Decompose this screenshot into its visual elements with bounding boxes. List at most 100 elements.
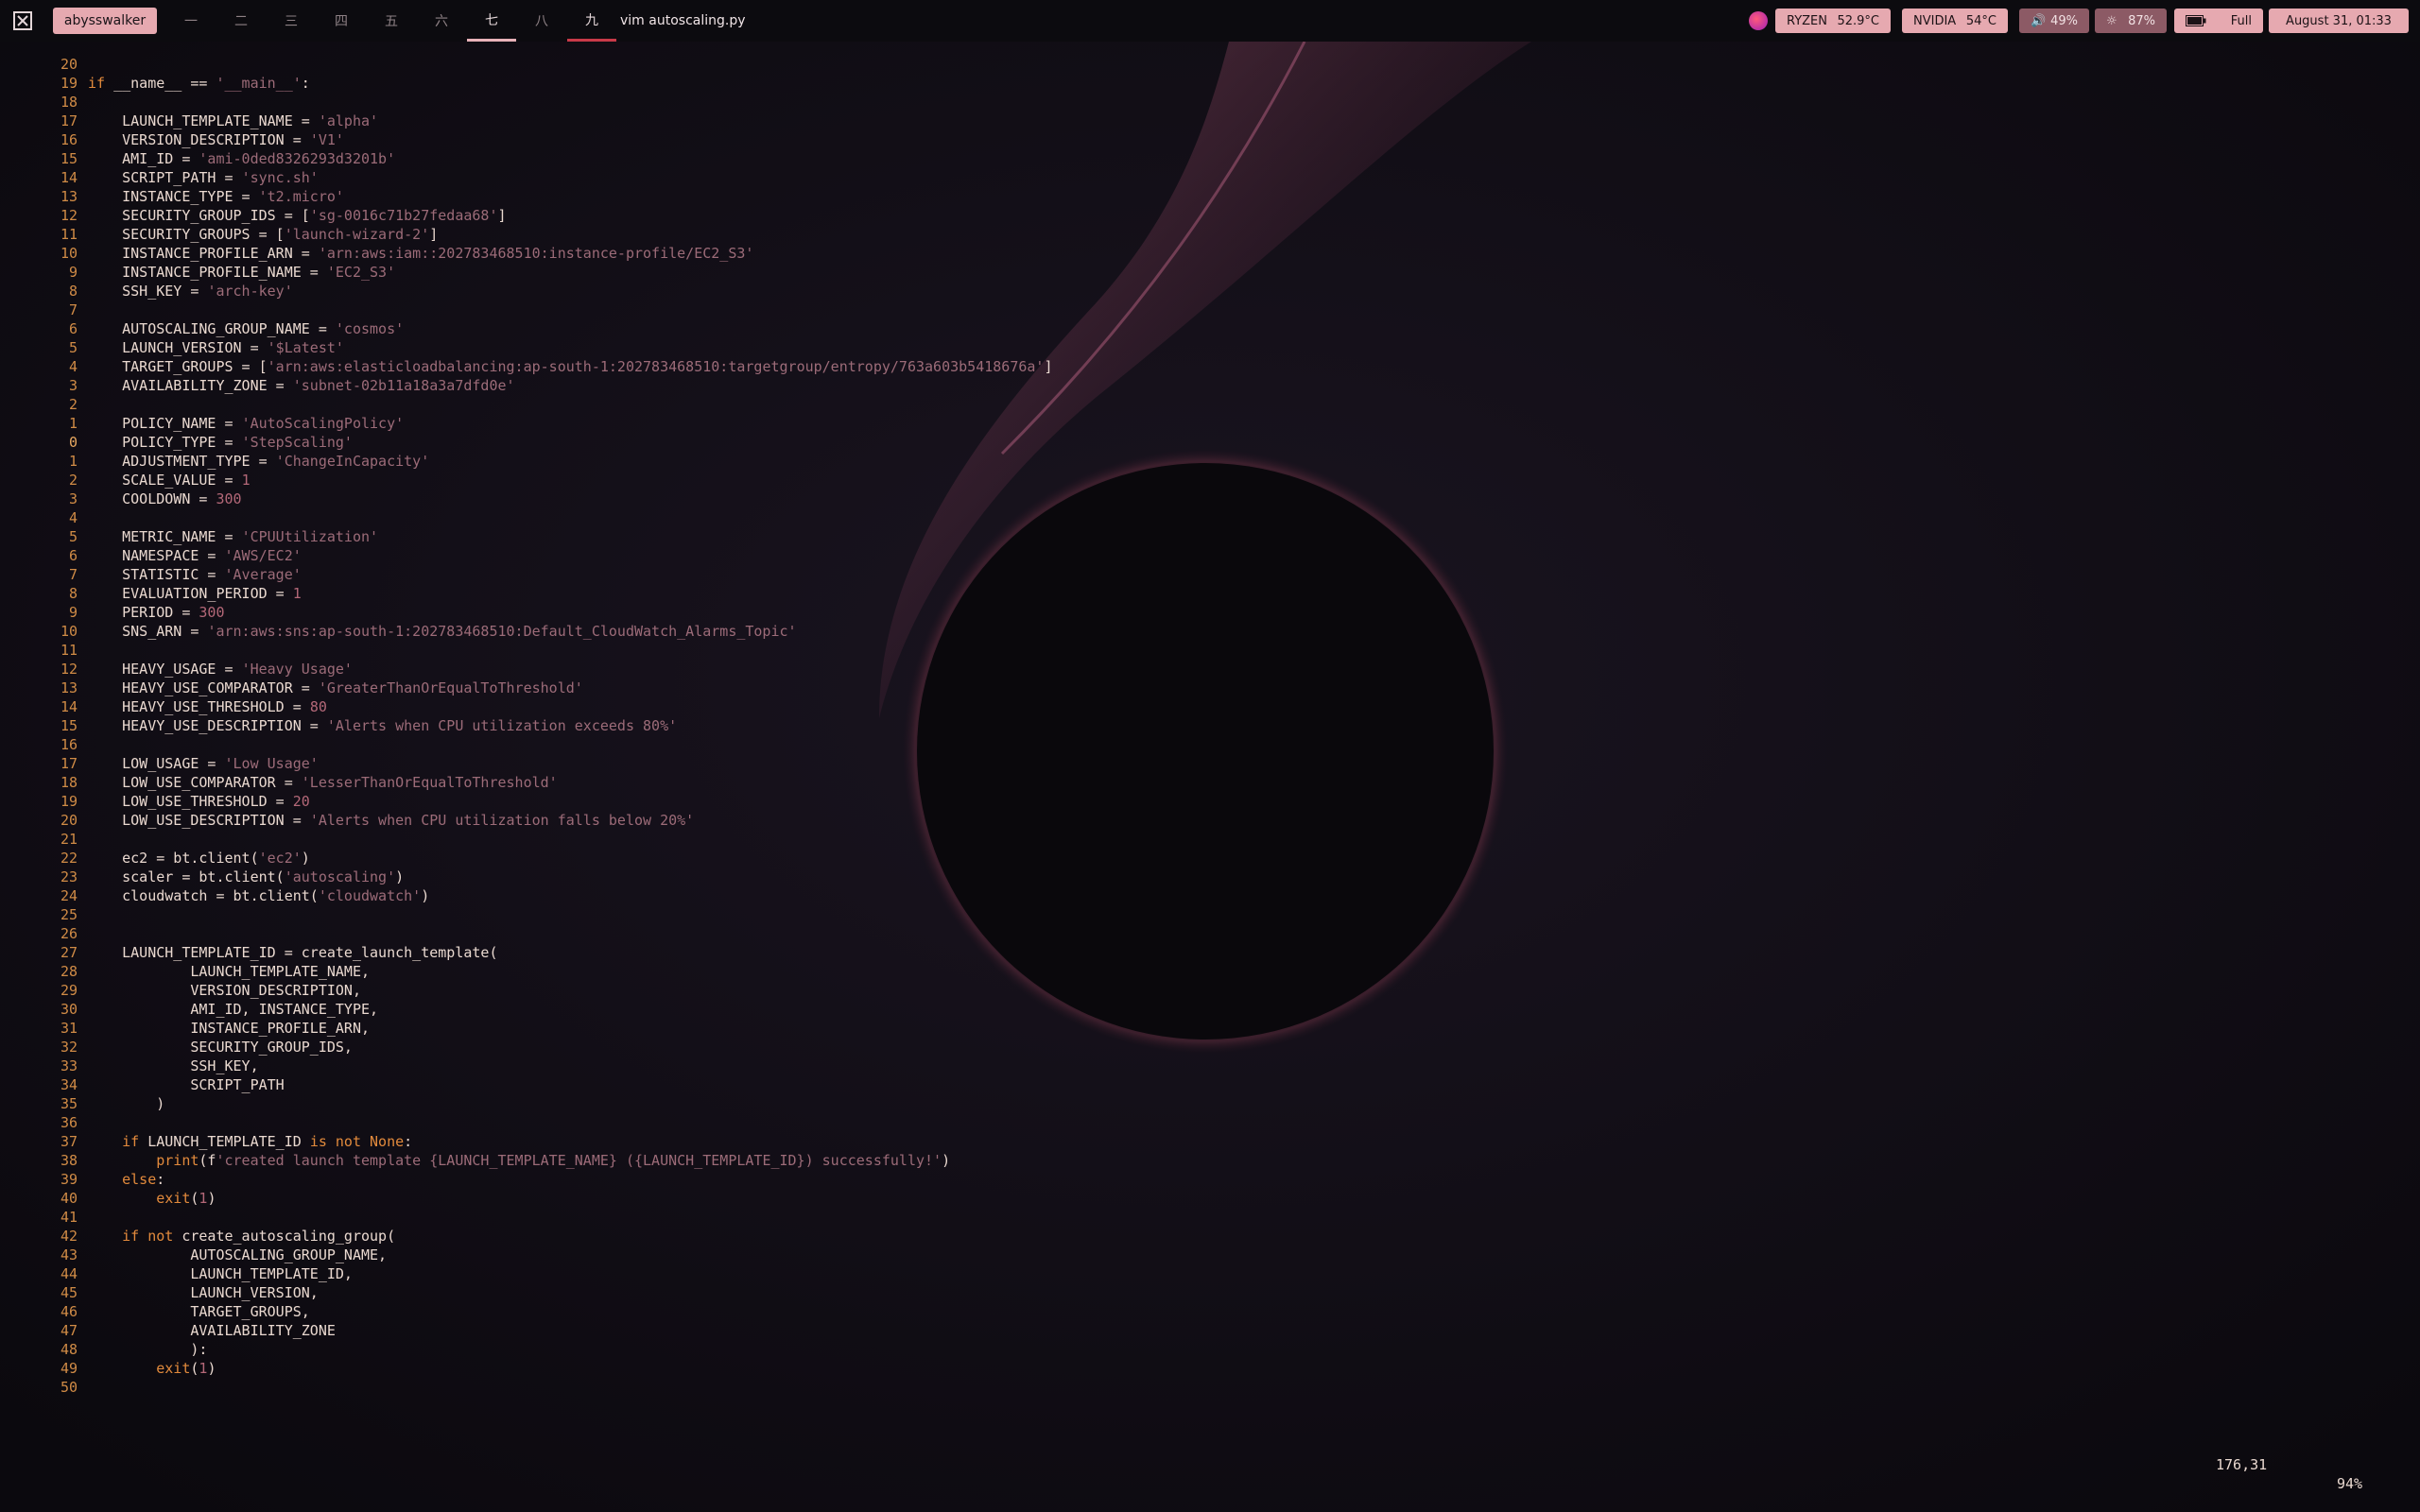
code-line[interactable]: 33 SSH_KEY, — [0, 1057, 259, 1075]
code-line[interactable]: 4 — [0, 508, 88, 527]
code-line[interactable]: 45 LAUNCH_VERSION, — [0, 1283, 319, 1302]
code-line[interactable]: 22 ec2 = bt.client('ec2') — [0, 849, 310, 868]
code-line[interactable]: 24 cloudwatch = bt.client('cloudwatch') — [0, 886, 429, 905]
volume-widget[interactable]: 🔊 49% — [2019, 9, 2089, 33]
code-line[interactable]: 17 LOW_USAGE = 'Low Usage' — [0, 754, 319, 773]
code-line[interactable]: 11 SECURITY_GROUPS = ['launch-wizard-2'] — [0, 225, 438, 244]
code-line[interactable]: 5 LAUNCH_VERSION = '$Latest' — [0, 338, 344, 357]
code-line[interactable]: 18 LOW_USE_COMPARATOR = 'LesserThanOrEqu… — [0, 773, 558, 792]
code-line[interactable]: 47 AVAILABILITY_ZONE — [0, 1321, 336, 1340]
code-line[interactable]: 30 AMI_ID, INSTANCE_TYPE, — [0, 1000, 378, 1019]
code-line[interactable]: 10 INSTANCE_PROFILE_ARN = 'arn:aws:iam::… — [0, 244, 753, 263]
code-line[interactable]: 19 if __name__ == '__main__': — [0, 74, 310, 93]
code-line[interactable]: 14 HEAVY_USE_THRESHOLD = 80 — [0, 697, 327, 716]
launcher-button[interactable] — [9, 0, 36, 42]
code-line[interactable]: 13 INSTANCE_TYPE = 't2.micro' — [0, 187, 344, 206]
code-line[interactable]: 49 exit(1) — [0, 1359, 216, 1378]
code-line[interactable]: 31 INSTANCE_PROFILE_ARN, — [0, 1019, 370, 1038]
code-line[interactable]: 20 — [0, 55, 88, 74]
workspace-tab[interactable]: 三 — [267, 0, 316, 42]
code-line[interactable]: 8 EVALUATION_PERIOD = 1 — [0, 584, 302, 603]
workspace-tab[interactable]: 二 — [216, 0, 266, 42]
line-number: 12 — [60, 661, 78, 678]
workspace-tab[interactable]: 六 — [417, 0, 466, 42]
code-line[interactable]: 13 HEAVY_USE_COMPARATOR = 'GreaterThanOr… — [0, 679, 583, 697]
code-line[interactable]: 9 PERIOD = 300 — [0, 603, 225, 622]
code-line[interactable]: 3 AVAILABILITY_ZONE = 'subnet-02b11a18a3… — [0, 376, 515, 395]
code-line[interactable]: 6 AUTOSCALING_GROUP_NAME = 'cosmos' — [0, 319, 404, 338]
code-line[interactable]: 37 if LAUNCH_TEMPLATE_ID is not None: — [0, 1132, 412, 1151]
code-token: 'ec2' — [258, 850, 302, 867]
code-token: AUTOSCALING_GROUP_NAME, — [88, 1246, 388, 1263]
workspace-tab[interactable]: 九 — [567, 0, 616, 42]
code-line[interactable]: 8 SSH_KEY = 'arch-key' — [0, 282, 293, 301]
code-line[interactable]: 34 SCRIPT_PATH — [0, 1075, 285, 1094]
workspace-tab[interactable]: 七 — [467, 0, 516, 42]
code-line[interactable]: 38 print(f'created launch template {LAUN… — [0, 1151, 950, 1170]
code-line[interactable]: 29 VERSION_DESCRIPTION, — [0, 981, 361, 1000]
code-line[interactable]: 2 SCALE_VALUE = 1 — [0, 471, 251, 490]
brightness-widget[interactable]: ☼ 87% — [2095, 9, 2167, 33]
code-line[interactable]: 11 — [0, 641, 88, 660]
line-number: 44 — [60, 1265, 78, 1282]
code-line[interactable]: 42 if not create_autoscaling_group( — [0, 1227, 395, 1246]
code-line[interactable]: 12 HEAVY_USAGE = 'Heavy Usage' — [0, 660, 353, 679]
code-line[interactable]: 9 INSTANCE_PROFILE_NAME = 'EC2_S3' — [0, 263, 395, 282]
code-line[interactable]: 19 LOW_USE_THRESHOLD = 20 — [0, 792, 310, 811]
code-line[interactable]: 4 TARGET_GROUPS = ['arn:aws:elasticloadb… — [0, 357, 1053, 376]
code-line[interactable]: 17 LAUNCH_TEMPLATE_NAME = 'alpha' — [0, 112, 378, 130]
code-token: LAUNCH_TEMPLATE_ID = create_launch_templ… — [88, 944, 498, 961]
code-line[interactable]: 1 POLICY_NAME = 'AutoScalingPolicy' — [0, 414, 404, 433]
code-line[interactable]: 39 else: — [0, 1170, 164, 1189]
code-line[interactable]: 21 — [0, 830, 88, 849]
notification-icon[interactable] — [1749, 11, 1768, 30]
workspace-tab[interactable]: 一 — [166, 0, 216, 42]
code-line[interactable]: 26 — [0, 924, 88, 943]
code-line[interactable]: 15 HEAVY_USE_DESCRIPTION = 'Alerts when … — [0, 716, 677, 735]
code-line[interactable]: 43 AUTOSCALING_GROUP_NAME, — [0, 1246, 387, 1264]
code-line[interactable]: 16 VERSION_DESCRIPTION = 'V1' — [0, 130, 344, 149]
code-line[interactable]: 40 exit(1) — [0, 1189, 216, 1208]
code-line[interactable]: 35 ) — [0, 1094, 164, 1113]
line-number: 18 — [60, 774, 78, 791]
code-line[interactable]: 46 TARGET_GROUPS, — [0, 1302, 310, 1321]
code-line[interactable]: 14 SCRIPT_PATH = 'sync.sh' — [0, 168, 319, 187]
code-token: cloudwatch = bt.client( — [88, 887, 319, 904]
workspace-tab[interactable]: 八 — [517, 0, 566, 42]
code-line[interactable]: 2 — [0, 395, 88, 414]
code-line[interactable]: 44 LAUNCH_TEMPLATE_ID, — [0, 1264, 353, 1283]
code-token: 'AutoScalingPolicy' — [241, 415, 405, 432]
code-line[interactable]: 1 ADJUSTMENT_TYPE = 'ChangeInCapacity' — [0, 452, 429, 471]
code-token: ): — [88, 1341, 208, 1358]
code-line[interactable]: 27 LAUNCH_TEMPLATE_ID = create_launch_te… — [0, 943, 498, 962]
line-number: 4 — [68, 358, 78, 375]
code-line[interactable]: 6 NAMESPACE = 'AWS/EC2' — [0, 546, 302, 565]
code-line[interactable]: 12 SECURITY_GROUP_IDS = ['sg-0016c71b27f… — [0, 206, 507, 225]
code-line[interactable]: 0 POLICY_TYPE = 'StepScaling' — [0, 433, 353, 452]
code-line[interactable]: 28 LAUNCH_TEMPLATE_NAME, — [0, 962, 370, 981]
workspace-tab[interactable]: 五 — [367, 0, 416, 42]
vim-editor[interactable]: 20 19 if __name__ == '__main__': 18 17 LAUNC… — [0, 42, 2420, 1512]
code-line[interactable]: 48 ): — [0, 1340, 208, 1359]
code-line[interactable]: 20 LOW_USE_DESCRIPTION = 'Alerts when CP… — [0, 811, 694, 830]
code-line[interactable]: 16 — [0, 735, 88, 754]
code-line[interactable]: 5 METRIC_NAME = 'CPUUtilization' — [0, 527, 378, 546]
code-line[interactable]: 3 COOLDOWN = 300 — [0, 490, 242, 508]
code-token: LOW_USE_DESCRIPTION = — [88, 812, 310, 829]
code-text: COOLDOWN = 300 — [88, 490, 241, 508]
workspace-tab[interactable]: 四 — [317, 0, 366, 42]
code-line[interactable]: 23 scaler = bt.client('autoscaling') — [0, 868, 404, 886]
code-line[interactable]: 7 — [0, 301, 88, 319]
code-line[interactable]: 32 SECURITY_GROUP_IDS, — [0, 1038, 353, 1057]
code-line[interactable]: 50 — [0, 1378, 88, 1397]
code-line[interactable]: 18 — [0, 93, 88, 112]
code-line[interactable]: 15 AMI_ID = 'ami-0ded8326293d3201b' — [0, 149, 395, 168]
code-line[interactable]: 36 — [0, 1113, 88, 1132]
code-line[interactable]: 41 — [0, 1208, 88, 1227]
code-text: HEAVY_USE_COMPARATOR = 'GreaterThanOrEqu… — [88, 679, 583, 697]
code-line[interactable]: 10 SNS_ARN = 'arn:aws:sns:ap-south-1:202… — [0, 622, 797, 641]
code-text: SCRIPT_PATH = 'sync.sh' — [88, 168, 319, 187]
code-line[interactable]: 7 STATISTIC = 'Average' — [0, 565, 302, 584]
code-line[interactable]: 25 — [0, 905, 88, 924]
